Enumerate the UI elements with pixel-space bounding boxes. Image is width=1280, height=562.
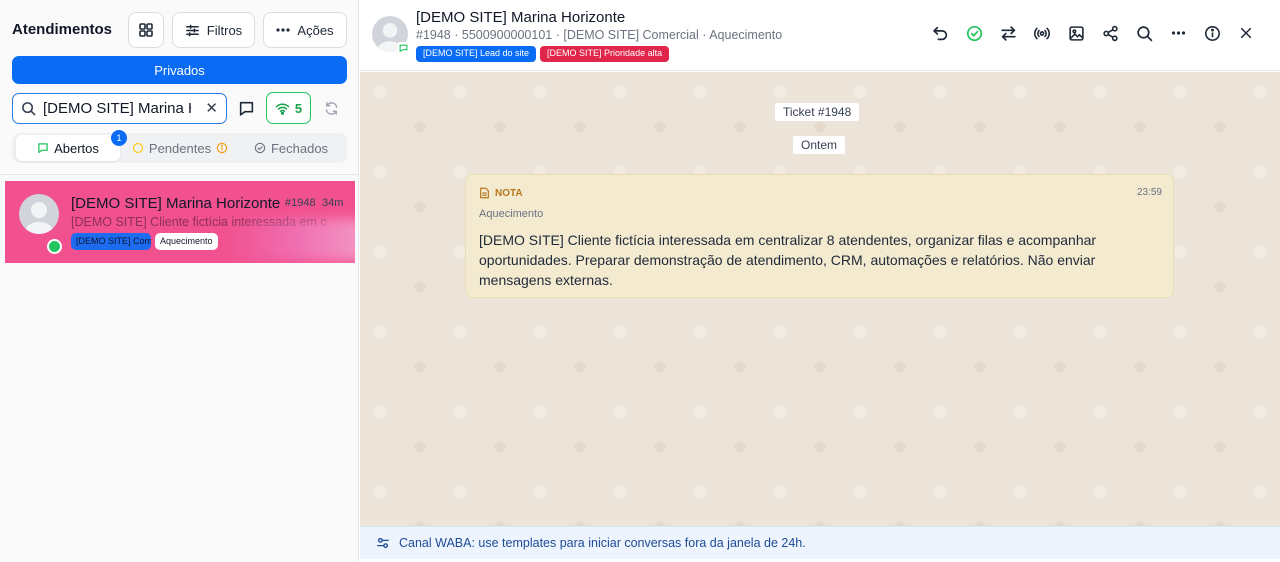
ticket-contact-name: [DEMO SITE] Marina Horizonte (71, 195, 281, 212)
tag-lead-do-site: [DEMO SITE] Lead do site (416, 46, 537, 62)
contact-meta: #1948 · 5500900000101 · [DEMO SITE] Come… (416, 28, 783, 42)
message-square-icon (239, 101, 254, 116)
sidebar-title: Atendimentos (12, 21, 113, 38)
message-icon (38, 143, 48, 154)
date-separator: Ontem (793, 136, 846, 154)
tab-abertos[interactable]: Abertos (16, 135, 120, 161)
waba-channel-notice: Canal WABA: use templates para iniciar c… (360, 526, 1280, 559)
ticket-stage-tag: Aquecimento (155, 233, 218, 250)
contact-avatar (19, 194, 59, 234)
broadcast-button[interactable] (1031, 22, 1053, 44)
contact-tags: [DEMO SITE] Lead do site [DEMO SITE] Pri… (416, 46, 670, 62)
tickets-sidebar: Atendimentos Filtros Ações Privados ✕ 5 … (0, 0, 359, 562)
hourglass-icon (132, 142, 144, 154)
tab-pendentes-label: Pendentes (148, 140, 212, 156)
search-icon (22, 102, 36, 116)
check-circle-icon (254, 142, 266, 154)
wifi-icon (275, 102, 290, 115)
user-icon (25, 202, 53, 234)
view-grid-button[interactable] (128, 12, 164, 48)
return-ticket-button[interactable] (929, 22, 951, 44)
chat-messages-area[interactable]: Ticket #1948 Ontem NOTA 23:59 Aqueciment… (360, 72, 1280, 526)
filters-button-label: Filtros (206, 22, 243, 38)
connections-button[interactable]: 5 (266, 92, 311, 124)
note-text: [DEMO SITE] Cliente fictícia interessada… (479, 232, 1097, 288)
grid-icon (139, 23, 153, 37)
close-chat-button[interactable] (1235, 22, 1257, 44)
close-icon (1240, 27, 1252, 39)
channel-icon (397, 42, 409, 53)
new-chat-button[interactable] (233, 93, 260, 124)
privados-button[interactable]: Privados (12, 56, 347, 84)
resolve-ticket-button[interactable] (963, 22, 985, 44)
check-circle-icon (966, 25, 982, 41)
sliders-icon (185, 24, 199, 36)
whatsapp-icon (47, 239, 62, 254)
ticket-id: #1948 (285, 197, 316, 209)
tab-pendentes[interactable]: Pendentes (126, 135, 234, 161)
tag-prioridade-alta: [DEMO SITE] Prioridade alta (540, 46, 670, 62)
filters-button[interactable]: Filtros (172, 12, 255, 48)
chat-header: [DEMO SITE] Marina Horizonte #1948 · 550… (360, 0, 1280, 71)
tab-fechados-label: Fechados (270, 140, 329, 156)
actions-button[interactable]: Ações (263, 12, 347, 48)
note-time: 23:59 (1136, 187, 1162, 198)
tab-fechados[interactable]: Fechados (240, 135, 342, 161)
transfer-ticket-button[interactable] (997, 22, 1019, 44)
refresh-icon (325, 102, 337, 115)
refresh-button[interactable] (318, 93, 344, 124)
ticket-list-item[interactable]: [DEMO SITE] Marina Horizonte #1948 34m [… (5, 181, 355, 263)
share-button[interactable] (1099, 22, 1121, 44)
connections-count: 5 (294, 100, 303, 116)
note-icon (480, 187, 489, 199)
more-options-button[interactable] (1167, 22, 1189, 44)
media-gallery-button[interactable] (1065, 22, 1087, 44)
ellipsis-icon (276, 28, 291, 32)
search-icon (1136, 25, 1152, 41)
contact-name: [DEMO SITE] Marina Horizonte (416, 9, 626, 26)
search-input[interactable] (43, 100, 191, 117)
actions-button-label: Ações (297, 22, 334, 38)
image-icon (1068, 25, 1084, 41)
note-label-text: NOTA (495, 187, 523, 199)
ticket-separator: Ticket #1948 (775, 103, 860, 121)
broadcast-icon (1034, 27, 1050, 39)
sliders-icon (377, 537, 389, 549)
clear-search-icon[interactable]: ✕ (205, 101, 218, 116)
note-subtitle: Aquecimento (479, 208, 544, 220)
ticket-queue-tag: [DEMO SITE] Comercial (71, 233, 151, 250)
info-icon (1204, 25, 1220, 41)
waba-notice-text: Canal WABA: use templates para iniciar c… (399, 536, 806, 550)
note-label: NOTA (479, 187, 523, 199)
ticket-status-tabs: Abertos Pendentes Fechados (12, 133, 347, 163)
tab-abertos-label: Abertos (54, 140, 99, 156)
ticket-last-message: [DEMO SITE] Cliente fictícia interessada… (71, 215, 327, 229)
search-messages-button[interactable] (1133, 22, 1155, 44)
transfer-icon (1000, 25, 1016, 41)
ticket-time: 34m (322, 197, 344, 209)
share-icon (1102, 25, 1118, 41)
header-actions (929, 22, 1257, 44)
internal-note-message: NOTA 23:59 Aquecimento [DEMO SITE] Clien… (465, 174, 1174, 298)
abertos-count-badge: 1 (111, 130, 127, 146)
ellipsis-icon (1171, 31, 1185, 35)
search-box: ✕ (12, 93, 227, 124)
contact-info-button[interactable] (1201, 22, 1223, 44)
sidebar-divider (0, 174, 359, 175)
undo-icon (932, 26, 947, 40)
info-icon (216, 142, 228, 154)
